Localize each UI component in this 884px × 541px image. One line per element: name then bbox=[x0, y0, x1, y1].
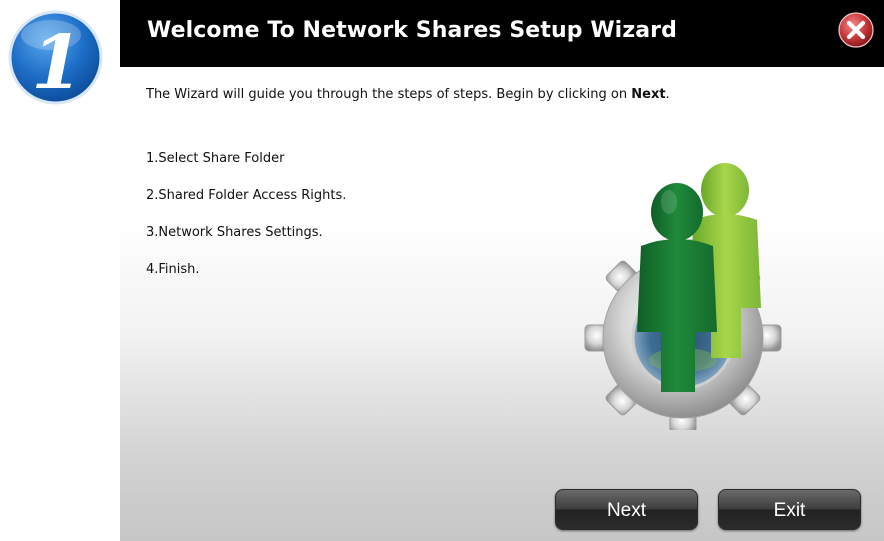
step-item: 4.Finish. bbox=[146, 262, 200, 277]
users-gear-illustration bbox=[565, 160, 805, 430]
dialog-titlebar: Welcome To Network Shares Setup Wizard bbox=[120, 0, 884, 67]
intro-period: . bbox=[665, 87, 670, 102]
step-item: 2.Shared Folder Access Rights. bbox=[146, 188, 347, 203]
step-item: 1.Select Share Folder bbox=[146, 151, 285, 166]
close-x-icon bbox=[838, 12, 874, 48]
step-one-icon: 1 bbox=[8, 10, 103, 106]
wizard-steps-list: 1.Select Share Folder 2.Shared Folder Ac… bbox=[146, 151, 346, 299]
intro-sentence: The Wizard will guide you through the st… bbox=[146, 87, 632, 102]
wizard-dialog: Welcome To Network Shares Setup Wizard T… bbox=[120, 0, 884, 541]
next-button[interactable]: Next bbox=[555, 489, 698, 530]
close-button[interactable] bbox=[836, 10, 876, 50]
intro-text: The Wizard will guide you through the st… bbox=[146, 87, 670, 102]
step-number-badge: 1 bbox=[7, 9, 104, 106]
svg-text:1: 1 bbox=[31, 20, 83, 106]
step-item: 3.Network Shares Settings. bbox=[146, 225, 323, 240]
dialog-title: Welcome To Network Shares Setup Wizard bbox=[147, 18, 677, 43]
users-gear-icon bbox=[584, 163, 782, 430]
exit-button[interactable]: Exit bbox=[718, 489, 861, 530]
intro-next-emphasis: Next bbox=[631, 87, 666, 102]
